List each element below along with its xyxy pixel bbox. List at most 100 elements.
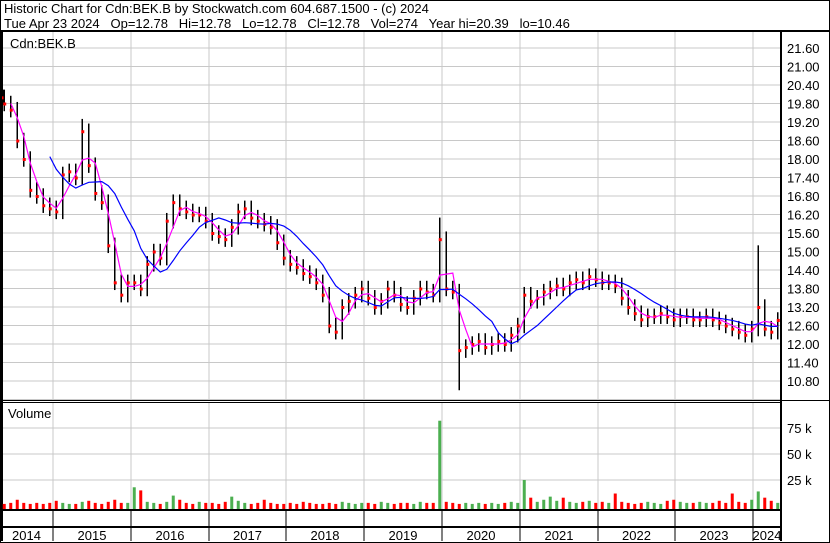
close-marker: [152, 250, 156, 254]
volume-bar: [373, 503, 377, 509]
close-marker: [81, 130, 85, 134]
volume-bar: [412, 503, 416, 509]
close-marker: [588, 275, 592, 279]
volume-bar: [529, 497, 533, 509]
close-marker: [3, 102, 7, 106]
volume-bar: [184, 502, 188, 509]
price-tick-label: 20.40: [787, 78, 820, 93]
year-tick-label: 2018: [311, 528, 340, 543]
volume-bar: [678, 501, 682, 509]
volume-bar: [139, 490, 143, 509]
close-marker: [458, 349, 462, 353]
volume-bar: [425, 502, 429, 509]
close-marker: [133, 281, 137, 285]
close-marker: [627, 306, 631, 309]
volume-bar: [470, 503, 474, 509]
close-marker: [523, 293, 527, 297]
volume-bar: [93, 502, 97, 509]
volume-bar: [568, 501, 572, 509]
close-marker: [367, 296, 371, 300]
close-marker: [776, 318, 780, 322]
close-marker: [256, 219, 260, 223]
close-marker: [575, 278, 579, 282]
volume-bar: [158, 503, 162, 509]
price-tick-label: 12.60: [787, 319, 820, 334]
volume-bar: [145, 501, 149, 509]
volume-bar: [178, 499, 182, 509]
volume-bar: [750, 499, 754, 509]
close-marker: [211, 232, 215, 235]
volume-bar: [639, 502, 643, 509]
volume-bar: [308, 502, 312, 509]
close-marker: [217, 235, 221, 239]
close-marker: [438, 238, 442, 242]
close-marker: [295, 265, 299, 269]
close-marker: [542, 290, 546, 294]
close-marker: [549, 287, 553, 291]
volume-bar: [522, 480, 526, 509]
close-marker: [9, 108, 13, 112]
volume-bar: [542, 499, 546, 509]
close-marker: [354, 293, 358, 297]
volume-bar: [665, 500, 669, 509]
close-marker: [516, 324, 520, 328]
volume-bar: [464, 502, 468, 509]
volume-bar: [327, 502, 331, 509]
volume-bar: [204, 502, 208, 509]
grid: [2, 32, 781, 509]
year-tick-label: 2017: [233, 528, 262, 543]
volume-bar: [165, 501, 169, 509]
volume-bars: [2, 420, 780, 509]
volume-bar: [243, 502, 247, 509]
volume-bar: [80, 501, 84, 509]
volume-bar: [191, 503, 195, 509]
volume-bar: [301, 501, 305, 509]
price-tick-label: 15.60: [787, 226, 820, 241]
close-marker: [341, 306, 345, 309]
close-marker: [302, 272, 306, 276]
price-tick-label: 14.40: [787, 263, 820, 278]
close-marker: [48, 207, 52, 211]
close-marker: [692, 318, 696, 322]
volume-bar: [509, 501, 513, 509]
close-marker: [672, 318, 676, 322]
close-marker: [386, 287, 390, 291]
volume-bar: [132, 487, 136, 509]
close-marker: [172, 201, 176, 205]
volume-bar: [249, 503, 253, 509]
volume-bar: [691, 502, 695, 509]
volume-bar: [152, 502, 156, 509]
volume-bar: [171, 495, 175, 509]
year-tick-label: 2021: [545, 528, 574, 543]
volume-bar: [438, 420, 442, 509]
volume-bar: [15, 499, 19, 509]
volume-tick-label: 50 k: [787, 447, 812, 462]
volume-bar: [197, 501, 201, 509]
year-tick-label: 2024: [753, 528, 782, 543]
volume-bar: [386, 502, 390, 509]
volume-bar: [48, 502, 52, 509]
volume-bar: [516, 502, 520, 509]
volume-bar: [126, 502, 130, 509]
close-marker: [94, 191, 98, 195]
volume-bar: [717, 500, 721, 509]
volume-bar: [100, 503, 104, 509]
close-marker: [191, 213, 195, 217]
close-marker: [243, 207, 247, 211]
volume-bar: [737, 501, 741, 509]
volume-bar: [620, 501, 624, 509]
volume-bar: [418, 501, 422, 509]
price-tick-label: 17.40: [787, 171, 820, 186]
price-volume-chart: 21.60 21.00 20.40 19.80 19.20 18.60 18.00 17.40…: [0, 30, 830, 543]
volume-bar: [113, 499, 117, 509]
close-marker: [406, 306, 410, 309]
close-marker: [770, 330, 774, 334]
close-marker: [744, 333, 748, 337]
close-marker: [282, 256, 286, 260]
volume-bar: [106, 501, 110, 509]
volume-bar: [483, 503, 487, 509]
price-tick-label: 19.80: [787, 97, 820, 112]
volume-bar: [282, 503, 286, 509]
volume-bar: [659, 503, 663, 509]
volume-bar: [698, 501, 702, 509]
